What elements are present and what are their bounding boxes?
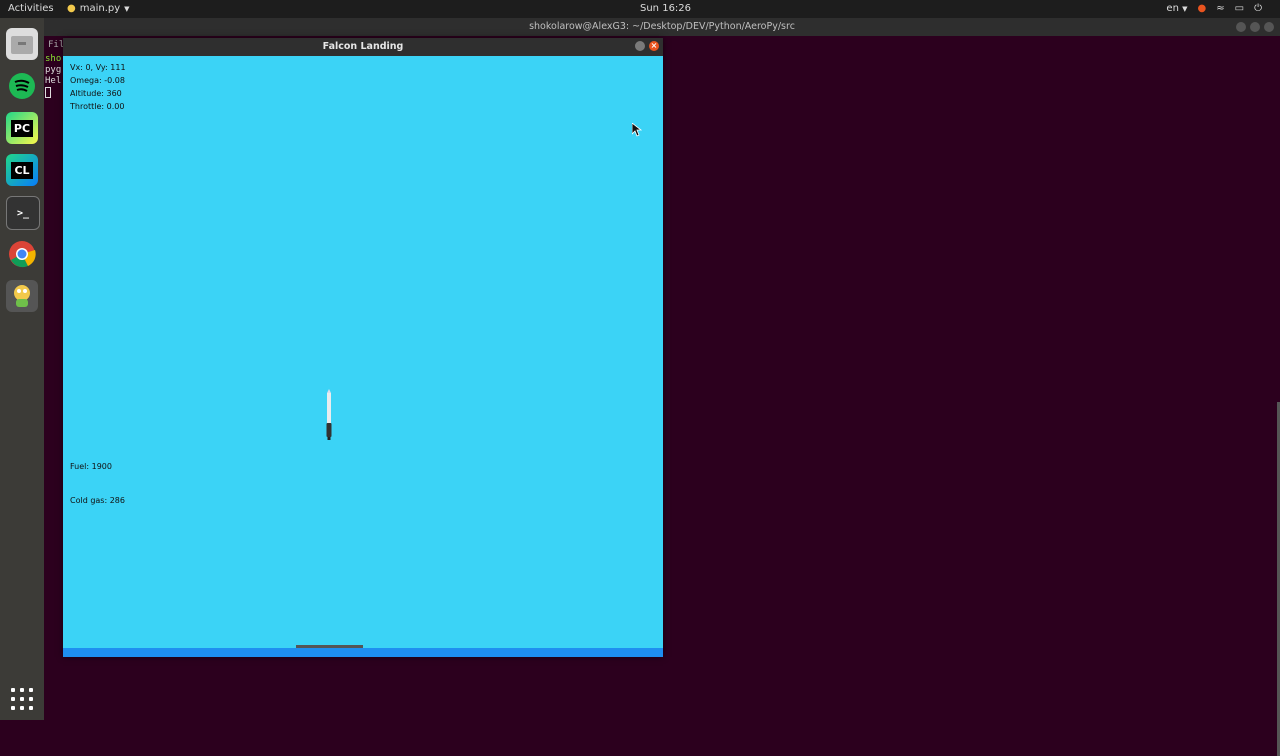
language-label: en: [1166, 3, 1179, 14]
show-applications-icon[interactable]: [11, 688, 33, 710]
game-canvas[interactable]: Vx: 0, Vy: 111 Omega: -0.08 Altitude: 36…: [63, 56, 663, 657]
clion-label: CL: [11, 161, 33, 179]
hud-velocity: Vx: 0, Vy: 111: [70, 63, 126, 72]
terminal-window-controls: [1236, 22, 1274, 32]
minimize-icon[interactable]: [1236, 22, 1246, 32]
notification-dot-icon[interactable]: ●: [1198, 0, 1207, 18]
app-menu[interactable]: ● main.py ▼: [67, 0, 130, 18]
game-window[interactable]: Falcon Landing × Vx: 0, Vy: 111 Omega: -…: [63, 38, 663, 657]
rocket-sprite: [326, 389, 332, 440]
terminal-line: sho: [45, 54, 62, 64]
hud-omega: Omega: -0.08: [70, 76, 125, 85]
ground: [63, 648, 663, 657]
activities-button[interactable]: Activities: [8, 0, 54, 18]
chrome-icon[interactable]: [6, 238, 38, 270]
language-indicator[interactable]: en ▼: [1166, 0, 1187, 18]
dock: PC CL >_: [0, 18, 44, 720]
hud-throttle: Throttle: 0.00: [70, 102, 125, 111]
power-icon[interactable]: ⏻: [1254, 0, 1262, 18]
terminal-line: pyg: [45, 65, 62, 75]
clock[interactable]: Sun 16:26: [640, 0, 691, 18]
spotify-icon[interactable]: [6, 70, 38, 102]
battery-icon[interactable]: ▭: [1235, 0, 1244, 18]
text-cursor: [45, 87, 51, 98]
maximize-icon[interactable]: [1250, 22, 1260, 32]
terminal-line: Hel: [45, 76, 62, 86]
app-menu-label: main.py: [79, 3, 121, 14]
pygame-snake-icon[interactable]: [6, 280, 38, 312]
game-window-titlebar[interactable]: Falcon Landing ×: [63, 38, 663, 56]
terminal-icon[interactable]: >_: [6, 196, 40, 230]
pycharm-label: PC: [10, 119, 34, 137]
pycharm-icon[interactable]: PC: [6, 112, 38, 144]
hud-cold-gas: Cold gas: 286: [70, 496, 125, 505]
top-bar: Activities ● main.py ▼ Sun 16:26 en ▼ ● …: [0, 0, 1280, 18]
terminal-label: >_: [16, 207, 30, 219]
close-icon[interactable]: [1264, 22, 1274, 32]
window-title: Falcon Landing: [322, 41, 404, 52]
chevron-down-icon: ▼: [124, 5, 130, 13]
minimize-icon[interactable]: [635, 41, 645, 51]
chevron-down-icon: ▼: [1182, 5, 1188, 13]
clion-icon[interactable]: CL: [6, 154, 38, 186]
close-icon[interactable]: ×: [649, 41, 659, 51]
game-window-controls: ×: [635, 41, 659, 51]
system-tray[interactable]: en ▼ ● ≈ ▭ ⏻: [1166, 0, 1262, 18]
mouse-pointer-icon: [632, 123, 642, 137]
hud-fuel: Fuel: 1900: [70, 462, 112, 471]
hud-altitude: Altitude: 360: [70, 89, 122, 98]
wifi-icon[interactable]: ≈: [1216, 0, 1224, 18]
files-icon[interactable]: [6, 28, 38, 60]
terminal-titlebar[interactable]: shokolarow@AlexG3: ~/Desktop/DEV/Python/…: [44, 18, 1280, 36]
terminal-title: shokolarow@AlexG3: ~/Desktop/DEV/Python/…: [529, 21, 795, 32]
python-icon: ●: [67, 3, 76, 14]
terminal-output: sho pyg Hel: [45, 54, 61, 102]
